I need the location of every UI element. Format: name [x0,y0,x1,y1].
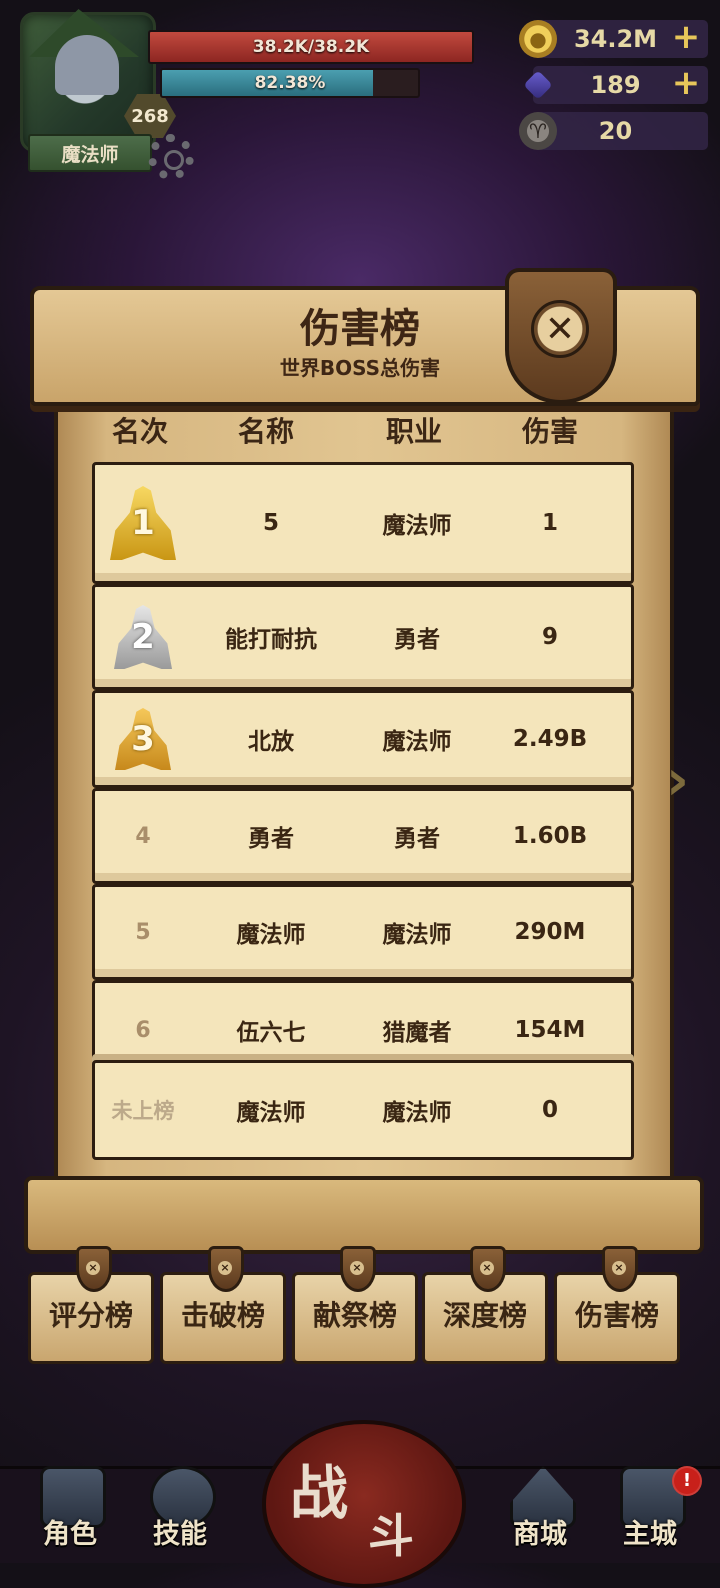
table-row[interactable]: 2 能打耐抗 勇者 9 [92,584,634,690]
tab-damage-ranking[interactable]: × 伤害榜 [554,1246,680,1364]
nav-shop[interactable]: 商城 [490,1460,590,1560]
settings-gear-icon[interactable] [148,134,194,180]
hp-bar: 38.2K/38.2K [148,30,474,64]
tab-kill-ranking[interactable]: × 击破榜 [160,1246,286,1364]
gem-value: 189 [590,71,641,99]
row-damage: 2.49B [512,726,588,752]
exp-text: 82.38% [254,73,326,93]
alert-badge: ! [672,1466,702,1496]
self-name: 魔法师 [236,1100,306,1126]
row-class: 勇者 [394,627,440,653]
avatar-portrait [55,35,119,95]
nav-shop-label: 商城 [513,1519,567,1550]
tab-sacrifice-ranking[interactable]: × 献祭榜 [292,1246,418,1364]
row-damage: 1 [541,510,558,536]
table-row[interactable]: 3 北放 魔法师 2.49B [92,690,634,788]
tab-label: 深度榜 [442,1299,527,1332]
add-coin-button[interactable]: + [670,20,702,54]
gem-counter: 189 + [523,66,708,104]
row-name: 北放 [248,729,294,755]
tab-label: 评分榜 [48,1299,133,1332]
nav-main-city-label: 主城 [623,1519,677,1550]
close-icon: ✕ [531,300,589,358]
close-button[interactable]: ✕ [505,268,617,404]
next-arrow-icon[interactable]: › [666,748,689,813]
class-name-tag: 魔法师 [28,134,152,172]
pin-icon: × [470,1246,506,1292]
ram-token-value: 20 [598,117,633,145]
add-gem-button[interactable]: + [670,66,702,100]
nav-character-label: 角色 [43,1519,97,1550]
ranking-panel-footer [24,1176,704,1254]
self-rank-row[interactable]: 未上榜 魔法师 魔法师 0 [92,1060,634,1160]
tab-label: 献祭榜 [312,1299,397,1332]
battle-label-2: 斗 [368,1509,414,1563]
row-name: 能打耐抗 [225,627,317,653]
pin-icon: × [340,1246,376,1292]
row-name: 魔法师 [236,922,306,948]
row-damage: 290M [514,919,586,945]
pin-icon: × [76,1246,112,1292]
hp-text: 38.2K/38.2K [252,37,370,57]
table-row[interactable]: 5 魔法师 魔法师 290M [92,884,634,980]
row-class: 魔法师 [382,513,452,539]
row-damage: 9 [541,624,558,650]
ram-skull-icon: ♈ [519,112,557,150]
ram-token-counter: ♈ 20 [519,112,708,150]
panel-subtitle: 世界BOSS总伤害 [279,356,441,380]
row-class: 魔法师 [382,922,452,948]
tab-score-ranking[interactable]: × 评分榜 [28,1246,154,1364]
header-rank: 名次 [111,415,168,448]
header-name: 名称 [237,415,294,448]
panel-title: 伤害榜 [300,306,420,352]
tab-label: 伤害榜 [574,1299,659,1332]
self-class: 魔法师 [382,1100,452,1126]
row-rank: 5 [135,919,151,945]
nav-character[interactable]: 角色 [20,1460,120,1560]
header-class: 职业 [385,415,442,448]
row-name: 5 [262,510,279,536]
coin-icon: ● [519,20,557,58]
row-rank: 4 [135,823,151,849]
pin-icon: × [602,1246,638,1292]
self-damage: 0 [541,1097,558,1123]
gold-medal-icon: 1 [110,486,176,560]
tab-depth-ranking[interactable]: × 深度榜 [422,1246,548,1364]
self-rank: 未上榜 [111,1099,175,1123]
bronze-medal-icon: 3 [115,708,171,770]
row-class: 勇者 [394,826,440,852]
silver-medal-icon: 2 [114,605,172,669]
battle-label: 战 [290,1459,349,1527]
exp-bar: 82.38% [160,68,420,98]
coin-counter: ● 34.2M + [519,20,708,58]
pin-icon: × [208,1246,244,1292]
table-row[interactable]: 4 勇者 勇者 1.60B [92,788,634,884]
nav-skills-label: 技能 [153,1519,207,1550]
nav-skills[interactable]: 技能 [130,1460,230,1560]
coin-value: 34.2M [573,25,658,53]
tab-label: 击破榜 [180,1299,265,1332]
header-damage: 伤害 [521,415,578,448]
row-class: 魔法师 [382,729,452,755]
row-damage: 1.60B [512,823,588,849]
gem-icon [519,66,557,104]
table-row[interactable]: 1 5 魔法师 1 [92,462,634,584]
row-name: 勇者 [248,826,294,852]
